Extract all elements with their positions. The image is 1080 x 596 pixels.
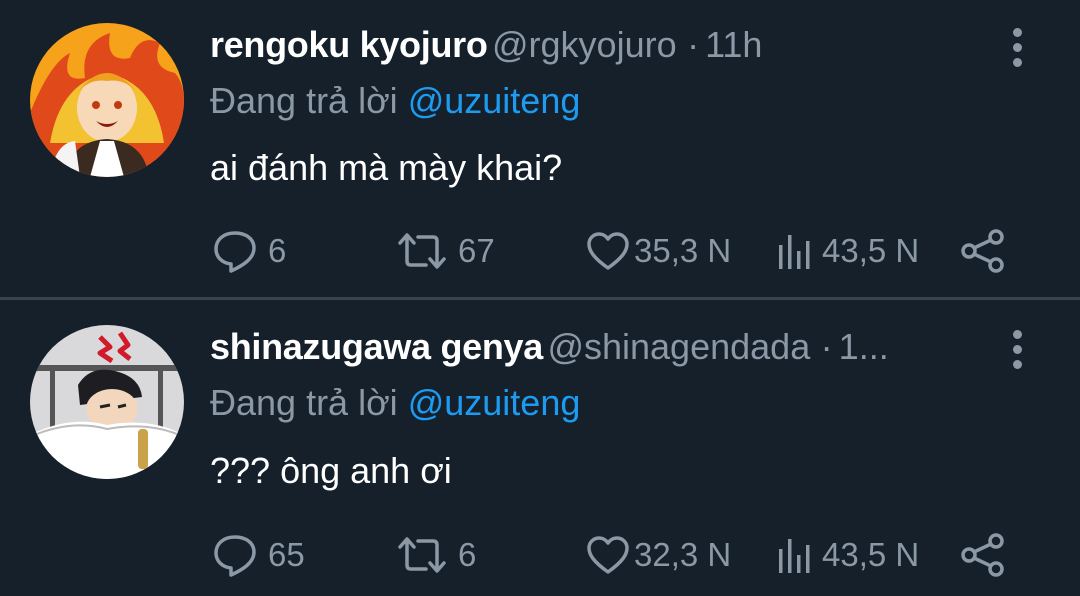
tweet-header: rengoku kyojuro @rgkyojuro · 11h [210, 24, 1010, 80]
tweet-text: ??? ông anh ơi [210, 450, 452, 491]
display-name[interactable]: rengoku kyojuro [210, 24, 488, 65]
mention-link[interactable]: @uzuiteng [408, 80, 581, 121]
heart-icon [587, 232, 629, 270]
action-bar: 6 67 35,3 N 43,5 N [210, 226, 1020, 276]
more-options-icon[interactable] [1006, 330, 1028, 390]
share-icon [961, 229, 1004, 273]
more-options-icon[interactable] [1006, 28, 1028, 88]
timestamp[interactable]: 1... [839, 326, 889, 367]
replying-to-label: Đang trả lời [210, 80, 398, 121]
flame-haired-character-avatar-icon [30, 23, 184, 177]
share-button[interactable] [960, 530, 1006, 580]
reply-count: 65 [268, 536, 305, 573]
view-count: 43,5 N [822, 536, 920, 573]
tweet-2[interactable]: shinazugawa genya @shinagendada · 1... Đa… [0, 300, 1080, 596]
retweet-icon [398, 233, 446, 269]
reply-icon [214, 231, 256, 273]
views-chart-icon [779, 235, 810, 269]
tweet-1[interactable]: rengoku kyojuro @rgkyojuro · 11h Đang trả… [0, 0, 1080, 298]
replying-to: Đang trả lời @uzuiteng [210, 80, 580, 122]
heart-icon [587, 536, 629, 574]
view-count: 43,5 N [822, 232, 920, 269]
reply-button[interactable]: 6 [212, 226, 286, 276]
share-icon [961, 533, 1004, 577]
mention-link[interactable]: @uzuiteng [408, 382, 581, 423]
user-handle[interactable]: @rgkyojuro [492, 24, 677, 65]
like-count: 32,3 N [634, 536, 732, 573]
action-bar: 65 6 32,3 N 43,5 N [210, 530, 1020, 580]
retweet-icon [398, 537, 446, 573]
views-button[interactable]: 43,5 N [776, 530, 919, 580]
separator: · [820, 326, 833, 367]
display-name[interactable]: shinazugawa genya [210, 326, 543, 367]
separator: · [687, 24, 700, 65]
timestamp[interactable]: 11h [705, 24, 762, 65]
retweet-count: 67 [458, 232, 495, 269]
like-button[interactable]: 35,3 N [586, 226, 731, 276]
retweet-count: 6 [458, 536, 477, 573]
like-button[interactable]: 32,3 N [586, 530, 731, 580]
reply-button[interactable]: 65 [212, 530, 305, 580]
replying-to-label: Đang trả lời [210, 382, 398, 423]
reply-count: 6 [268, 232, 287, 269]
views-button[interactable]: 43,5 N [776, 226, 919, 276]
tweet-text: ai đánh mà mày khai? [210, 147, 563, 188]
share-button[interactable] [960, 226, 1006, 276]
sleeping-character-avatar-icon [30, 325, 184, 479]
avatar[interactable] [30, 325, 184, 479]
user-handle[interactable]: @shinagendada [547, 326, 810, 367]
reply-icon [214, 535, 256, 577]
tweet-header: shinazugawa genya @shinagendada · 1... [210, 326, 1010, 382]
views-chart-icon [779, 539, 810, 573]
like-count: 35,3 N [634, 232, 732, 269]
replying-to: Đang trả lời @uzuiteng [210, 382, 580, 424]
retweet-button[interactable]: 67 [396, 226, 495, 276]
retweet-button[interactable]: 6 [396, 530, 476, 580]
avatar[interactable] [30, 23, 184, 177]
